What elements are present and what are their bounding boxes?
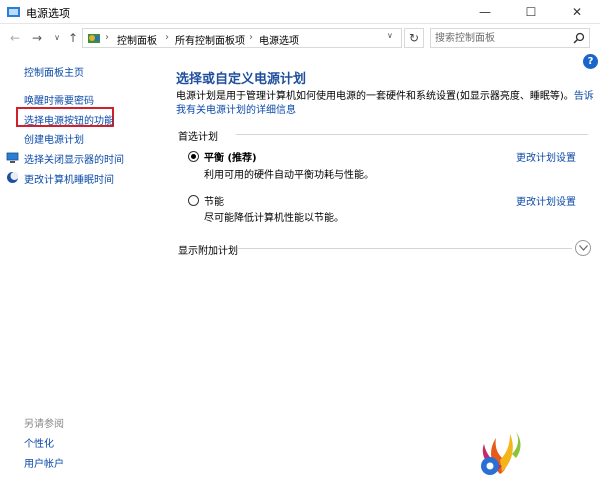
breadcrumb-separator: › xyxy=(249,32,253,43)
page-description: 电源计划是用于管理计算机如何使用电源的一套硬件和系统设置(如显示器亮度、睡眠等)… xyxy=(176,90,596,118)
sidebar-item-create-plan[interactable]: 创建电源计划 xyxy=(24,131,84,146)
address-dropdown-button[interactable]: ∨ xyxy=(387,31,393,40)
breadcrumb-separator: › xyxy=(165,32,169,43)
additional-plans-label[interactable]: 显示附加计划 xyxy=(178,242,238,257)
power-saver-plan-description: 尽可能降低计算机性能以节能。 xyxy=(204,213,344,224)
see-also-label: 另请参阅 xyxy=(24,419,64,430)
maximize-button[interactable]: ☐ xyxy=(508,0,554,24)
help-icon[interactable]: ? xyxy=(583,54,598,69)
breadcrumb-item-all-items[interactable]: 所有控制面板项 xyxy=(175,32,245,47)
breadcrumb-item-power-options[interactable]: 电源选项 xyxy=(259,32,299,47)
window-title: 电源选项 xyxy=(26,7,70,20)
title-bar: 电源选项 — ☐ ✕ xyxy=(0,0,600,24)
balanced-plan-description: 利用可用的硬件自动平衡功耗与性能。 xyxy=(204,170,374,181)
moon-icon xyxy=(7,172,19,183)
breadcrumb-item-control-panel[interactable]: 控制面板 xyxy=(117,32,157,47)
balanced-plan-radio[interactable] xyxy=(188,151,199,162)
breadcrumb-separator: › xyxy=(105,32,109,43)
chevron-down-icon xyxy=(579,245,588,251)
section-divider xyxy=(236,134,588,135)
power-options-icon xyxy=(7,7,20,17)
sidebar-item-user-accounts[interactable]: 用户帐户 xyxy=(24,455,64,470)
balanced-plan-name[interactable]: 平衡 (推荐) xyxy=(204,149,257,164)
close-button[interactable]: ✕ xyxy=(554,0,600,24)
control-panel-icon xyxy=(88,34,100,43)
watermark-logo xyxy=(481,432,521,475)
page-title: 选择或自定义电源计划 xyxy=(176,72,307,87)
power-saver-change-settings-link[interactable]: 更改计划设置 xyxy=(516,193,576,208)
sidebar-item-control-panel-home[interactable]: 控制面板主页 xyxy=(24,64,84,79)
power-saver-plan-name[interactable]: 节能 xyxy=(204,193,224,208)
sidebar-item-wake-password[interactable]: 唤醒时需要密码 xyxy=(24,92,94,107)
up-button[interactable]: ↑ xyxy=(64,28,82,48)
description-text: 电源计划是用于管理计算机如何使用电源的一套硬件和系统设置(如显示器亮度、睡眠等)… xyxy=(176,91,574,102)
minimize-button[interactable]: — xyxy=(462,0,508,24)
refresh-button[interactable]: ↻ xyxy=(404,28,424,48)
forward-button[interactable]: → xyxy=(28,28,46,48)
sidebar-item-display-off[interactable]: 选择关闭显示器的时间 xyxy=(24,151,124,166)
balanced-change-settings-link[interactable]: 更改计划设置 xyxy=(516,149,576,164)
search-box xyxy=(430,28,590,48)
expand-additional-plans-button[interactable] xyxy=(575,240,591,256)
preferred-plans-label: 首选计划 xyxy=(178,132,218,143)
back-button[interactable]: ← xyxy=(6,28,24,48)
sidebar-item-power-button[interactable]: 选择电源按钮的功能 xyxy=(24,112,114,127)
sidebar-item-sleep-time[interactable]: 更改计算机睡眠时间 xyxy=(24,171,114,186)
sidebar-item-personalization[interactable]: 个性化 xyxy=(24,435,54,450)
search-icon[interactable] xyxy=(573,32,585,44)
monitor-icon xyxy=(6,152,19,163)
power-saver-plan-radio[interactable] xyxy=(188,195,199,206)
search-input[interactable] xyxy=(435,31,565,45)
breadcrumb[interactable]: › 控制面板 › 所有控制面板项 › 电源选项 ∨ xyxy=(82,28,402,48)
address-bar: ← → ∨ ↑ › 控制面板 › 所有控制面板项 › 电源选项 ∨ ↻ xyxy=(0,25,600,51)
section-divider xyxy=(238,248,572,249)
